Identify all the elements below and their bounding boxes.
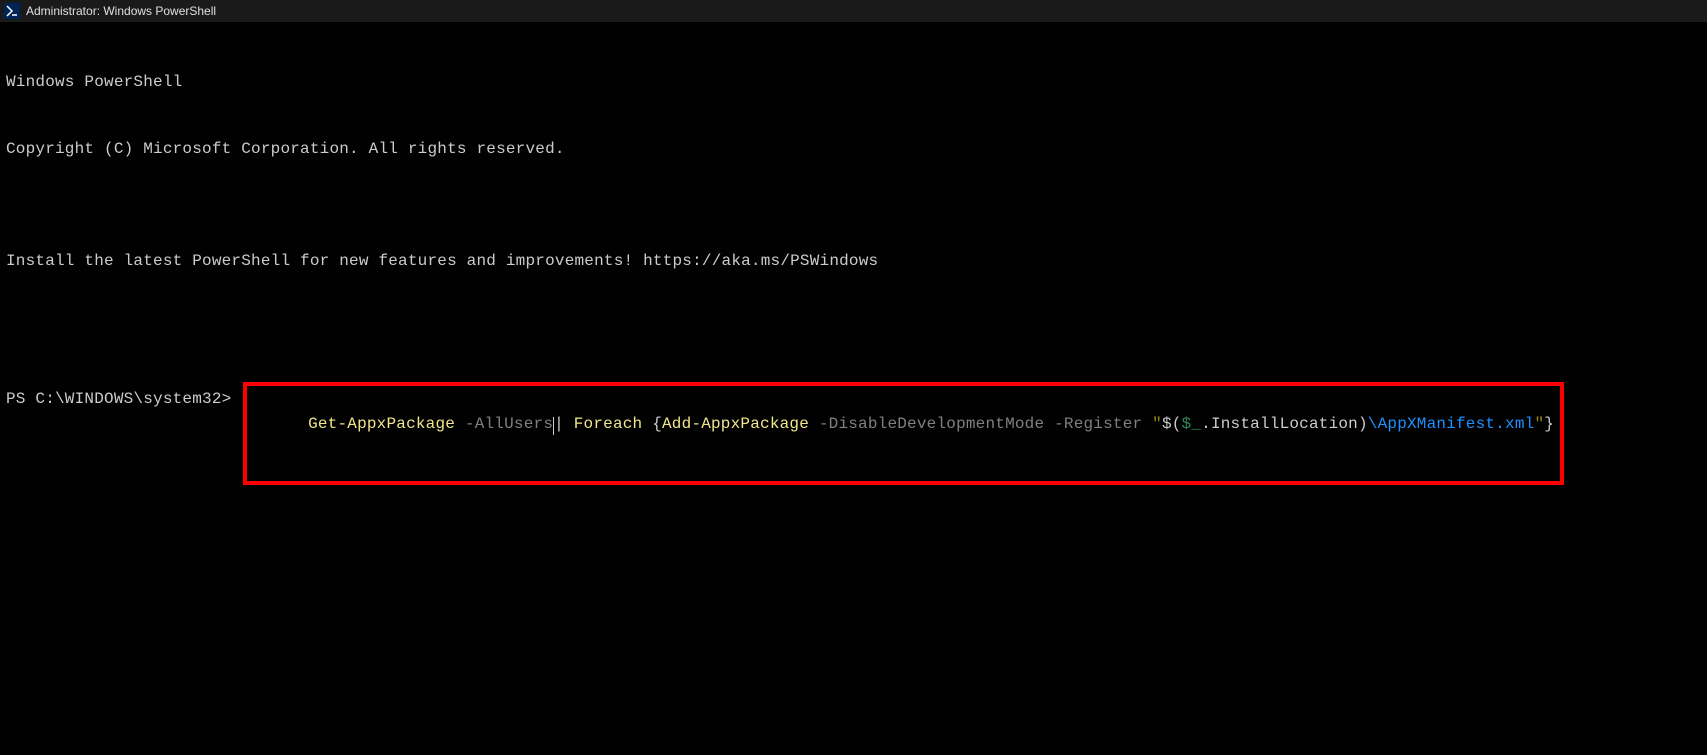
pipeline-variable: $_ (1182, 415, 1202, 433)
subexpr-open: $( (1162, 415, 1182, 433)
string-quote-open: " (1152, 415, 1162, 433)
space (642, 415, 652, 433)
text-cursor (553, 417, 554, 435)
space (455, 415, 465, 433)
keyword-foreach: Foreach (574, 415, 643, 433)
header-line: Windows PowerShell (6, 71, 1701, 93)
terminal-output[interactable]: Windows PowerShell Copyright (C) Microso… (0, 22, 1707, 518)
param-allusers: -AllUsers (465, 415, 553, 433)
space (564, 415, 574, 433)
window-title: Administrator: Windows PowerShell (26, 4, 216, 18)
prompt-line[interactable]: PS C:\WINDOWS\system32> Get-AppxPackage … (6, 388, 1701, 491)
install-hint-line: Install the latest PowerShell for new fe… (6, 250, 1701, 272)
copyright-line: Copyright (C) Microsoft Corporation. All… (6, 138, 1701, 160)
window-titlebar[interactable]: Administrator: Windows PowerShell (0, 0, 1707, 22)
member-access: .InstallLocation (1201, 415, 1358, 433)
cmdlet-get-appxpackage: Get-AppxPackage (308, 415, 455, 433)
command-highlight-box: Get-AppxPackage -AllUsers| Foreach {Add-… (243, 382, 1564, 485)
space (809, 415, 819, 433)
brace-open: { (652, 415, 662, 433)
space (1142, 415, 1152, 433)
param-register: -Register (1054, 415, 1142, 433)
string-quote-close: " (1534, 415, 1544, 433)
pipe-operator: | (554, 415, 564, 433)
path-literal: \AppXManifest.xml (1368, 415, 1535, 433)
brace-close: } (1544, 415, 1554, 433)
space (1044, 415, 1054, 433)
prompt-prefix: PS C:\WINDOWS\system32> (6, 388, 241, 410)
param-disabledevmode: -DisableDevelopmentMode (819, 415, 1044, 433)
cmdlet-add-appxpackage: Add-AppxPackage (662, 415, 809, 433)
powershell-icon (4, 3, 20, 19)
subexpr-close: ) (1358, 415, 1368, 433)
